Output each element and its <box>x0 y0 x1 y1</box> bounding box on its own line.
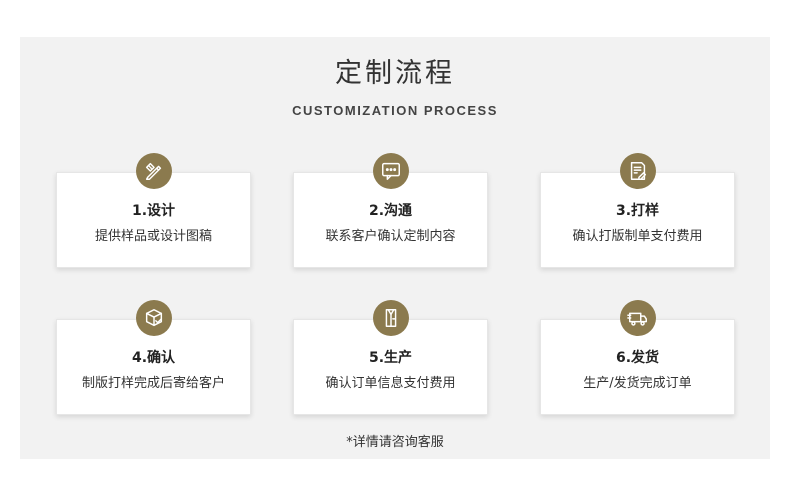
document-pen-icon <box>630 162 646 180</box>
chat-bubble-icon <box>381 162 400 180</box>
step-title: 2.沟通 <box>368 203 413 219</box>
step-card-design: 1.设计 提供样品或设计图稿 <box>56 153 251 268</box>
pencil-ruler-icon <box>145 162 161 180</box>
step-description: 提供样品或设计图稿 <box>94 229 212 244</box>
step-description: 生产/发货完成订单 <box>583 376 692 391</box>
step-card-communicate: 2.沟通 联系客户确认定制内容 <box>293 153 488 268</box>
contact-note: *详情请咨询客服 <box>346 435 444 450</box>
step-card-confirm: 4.确认 制版打样完成后寄给客户 <box>56 300 251 415</box>
page-title: 定制流程 <box>335 58 455 89</box>
step-card-shipping: 6.发货 生产/发货完成订单 <box>540 300 735 415</box>
step-badge <box>135 153 172 189</box>
step-description: 制版打样完成后寄给客户 <box>81 376 225 391</box>
step-description: 确认打版制单支付费用 <box>572 229 703 244</box>
step-badge <box>619 300 656 336</box>
step-card-production: 5.生产 确认订单信息支付费用 <box>293 300 488 415</box>
step-badge <box>135 300 172 336</box>
step-title: 1.设计 <box>131 203 176 219</box>
step-card-sampling: 3.打样 确认打版制单支付费用 <box>540 153 735 268</box>
box-check-icon <box>145 309 162 327</box>
step-title: 5.生产 <box>368 350 413 366</box>
shirt-icon <box>385 309 396 327</box>
step-title: 6.发货 <box>615 350 660 366</box>
step-title: 4.确认 <box>131 350 176 366</box>
step-badge <box>619 153 656 189</box>
step-description: 确认订单信息支付费用 <box>325 376 456 391</box>
process-panel: 定制流程 CUSTOMIZATION PROCESS 1.设计 提供样品或设计图… <box>20 37 770 459</box>
step-description: 联系客户确认定制内容 <box>325 229 456 244</box>
delivery-truck-icon <box>626 312 647 326</box>
step-badge <box>372 300 409 336</box>
step-title: 3.打样 <box>615 203 660 219</box>
step-badge <box>372 153 409 189</box>
page-subtitle: CUSTOMIZATION PROCESS <box>292 103 498 118</box>
